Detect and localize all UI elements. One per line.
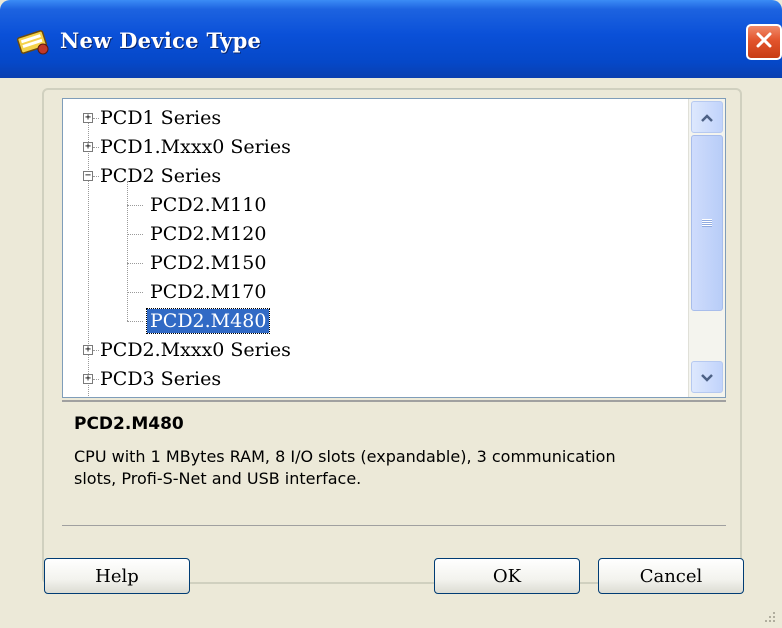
- tree-viewport: + PCD1 Series + PCD1.Mxxx0 Series − PCD2 Seri…: [63, 99, 689, 397]
- tree-connector: [127, 234, 143, 235]
- tree-group-item[interactable]: +PCD3 Compact Series: [63, 393, 689, 397]
- tree-item-label: PCD2.M120: [150, 223, 267, 245]
- tree-item-label: PCD1 Series: [100, 107, 222, 129]
- tree-item-label: PCD1.Mxxx0 Series: [100, 136, 291, 158]
- scroll-up-button[interactable]: [691, 101, 723, 133]
- grip-icon: [702, 218, 712, 228]
- tree-group-item[interactable]: − PCD2 Series: [63, 161, 689, 191]
- cancel-button[interactable]: Cancel: [598, 558, 744, 594]
- tree-item-label: PCD3 Series: [100, 368, 222, 390]
- tree-item-label: PCD2.M170: [150, 281, 267, 303]
- expand-icon[interactable]: +: [83, 142, 93, 152]
- tree-device-item[interactable]: PCD2.M170: [63, 277, 689, 307]
- ok-button[interactable]: OK: [434, 558, 580, 594]
- scroll-thumb[interactable]: [691, 135, 723, 311]
- expand-icon[interactable]: +: [83, 374, 93, 384]
- tree-group-item[interactable]: + PCD1.Mxxx0 Series: [63, 132, 689, 162]
- tree-device-item[interactable]: PCD2.M150: [63, 248, 689, 278]
- collapse-icon[interactable]: −: [83, 171, 93, 181]
- tree-item-label: PCD2 Series: [100, 165, 222, 187]
- tree-connector: [127, 181, 128, 321]
- tree-device-item[interactable]: PCD2.M480: [63, 306, 689, 336]
- close-button[interactable]: [746, 24, 782, 60]
- resize-grip-icon[interactable]: [762, 608, 776, 622]
- tree-connector: [127, 263, 143, 264]
- description-pane: PCD2.M480 CPU with 1 MBytes RAM, 8 I/O s…: [62, 400, 726, 526]
- tree-group-item[interactable]: + PCD2.Mxxx0 Series: [63, 335, 689, 365]
- scroll-down-button[interactable]: [691, 361, 723, 393]
- tree-item-label: PCD2.M110: [150, 194, 267, 216]
- title-bar[interactable]: New Device Type: [0, 0, 782, 78]
- tree-connector: [127, 321, 143, 322]
- tree-group-item[interactable]: + PCD3 Series: [63, 364, 689, 394]
- expand-icon[interactable]: +: [83, 345, 93, 355]
- window-title: New Device Type: [60, 28, 262, 53]
- tree-item-label: PCD2.Mxxx0 Series: [100, 339, 291, 361]
- description-text: CPU with 1 MBytes RAM, 8 I/O slots (expa…: [74, 447, 616, 488]
- tree-item-label: PCD2.M150: [150, 252, 267, 274]
- tree-group-item[interactable]: + PCD1 Series: [63, 103, 689, 133]
- app-icon: [16, 28, 52, 56]
- dialog-window: New Device Type + PCD1 Series + PCD1.Mxxx0 …: [0, 0, 782, 628]
- chevron-down-icon: [700, 368, 714, 387]
- device-tree[interactable]: + PCD1 Series + PCD1.Mxxx0 Series − PCD2 Seri…: [62, 98, 726, 398]
- help-button[interactable]: Help: [44, 558, 190, 594]
- tree-device-item[interactable]: PCD2.M110: [63, 190, 689, 220]
- tree-connector: [127, 292, 143, 293]
- tree-item-label: PCD2.M480: [145, 308, 271, 334]
- expand-icon[interactable]: +: [83, 113, 93, 123]
- close-icon: [755, 31, 773, 53]
- tree-item-label: PCD3 Compact Series: [97, 396, 316, 397]
- tree-connector: [127, 205, 143, 206]
- tree-device-item[interactable]: PCD2.M120: [63, 219, 689, 249]
- vertical-scrollbar[interactable]: [688, 99, 725, 397]
- description-title: PCD2.M480: [74, 414, 184, 434]
- chevron-up-icon: [700, 108, 714, 127]
